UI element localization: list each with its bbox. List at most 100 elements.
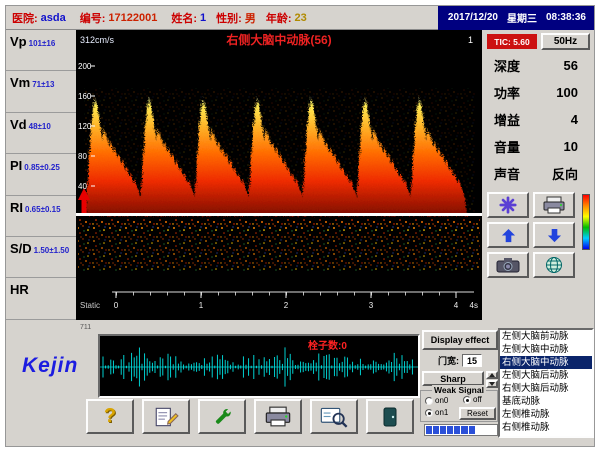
help-icon: ? xyxy=(104,405,116,428)
print-button[interactable] xyxy=(254,399,302,434)
header-bar: 医院: asda 编号: 17122001 姓名: 1 性别: 男 年龄: 23… xyxy=(6,6,594,30)
parameter-list: 深度 56 功率 100 增益 4 音量 10 声音 反向 xyxy=(482,52,596,187)
arrow-up-icon xyxy=(501,228,516,243)
measurement-sd: S/D 1.50±1.50 xyxy=(6,237,76,278)
artery-list-item[interactable]: 左侧椎动脉 xyxy=(500,408,592,421)
x-axis-tick: 0 xyxy=(114,301,119,310)
spinner-up-button[interactable] xyxy=(486,371,498,379)
vp-value: 101±16 xyxy=(29,39,56,48)
arrow-down-icon xyxy=(547,228,562,243)
x-axis-tick: 2 xyxy=(284,301,289,310)
age-value: 23 xyxy=(295,12,307,24)
weak-signal-group: Weak Signal on0 on1 off Reset xyxy=(420,390,498,422)
param-gain[interactable]: 增益 4 xyxy=(482,106,596,133)
spectrum-canvas: 200 160 120 80 40 312cm/s 右侧大脑中动脉(56) 1 xyxy=(76,30,482,320)
star-button[interactable] xyxy=(487,192,529,218)
spinner-down-button[interactable] xyxy=(486,380,498,388)
artery-list-item[interactable]: 左侧大脑后动脉 xyxy=(500,369,592,382)
measurement-sidebar: Vp 101±16 Vm 71±13 Vd 48±10 PI 0.85±0.25… xyxy=(6,30,76,320)
gender-label: 性别: xyxy=(216,10,242,26)
move-up-button[interactable] xyxy=(487,222,529,248)
globe-button[interactable] xyxy=(533,252,575,278)
artery-list-item[interactable]: 基底动脉 xyxy=(500,395,592,408)
camera-icon xyxy=(496,257,520,273)
printer-icon xyxy=(264,406,292,427)
date-text: 2017/12/20 xyxy=(448,12,498,23)
emboli-count-label: 栓子数:0 xyxy=(308,337,347,352)
measurement-vm: Vm 71±13 xyxy=(6,71,76,112)
artery-list-item[interactable]: 右侧大脑后动脉 xyxy=(500,382,592,395)
star-icon xyxy=(499,196,517,214)
gender-value: 男 xyxy=(245,10,256,26)
audio-waveform-panel: 栓子数:0 xyxy=(98,334,420,398)
vd-label: Vd xyxy=(10,117,27,132)
bottom-section: 711 Kejin 栓子数:0 Display effect 门宽: 15 Sh… xyxy=(6,320,596,448)
radio-on0-label: on0 xyxy=(435,396,448,405)
ri-label: RI xyxy=(10,200,23,215)
report-icon xyxy=(153,406,179,428)
tcd-application-window: 医院: asda 编号: 17122001 姓名: 1 性别: 男 年龄: 23… xyxy=(5,5,595,447)
radio-on1[interactable]: on1 xyxy=(425,408,448,417)
depth-label: 深度 xyxy=(494,56,520,75)
volume-value: 10 xyxy=(564,139,578,154)
panel-print-button[interactable] xyxy=(533,192,575,218)
artery-list-item[interactable]: 左侧大脑前动脉 xyxy=(500,330,592,343)
time-text: 08:38:36 xyxy=(546,12,586,23)
sharp-button[interactable]: Sharp xyxy=(422,371,484,386)
pi-label: PI xyxy=(10,158,22,173)
radio-on0[interactable]: on0 xyxy=(425,396,448,405)
measurement-vd: Vd 48±10 xyxy=(6,113,76,154)
gain-label: 增益 xyxy=(494,110,520,129)
gate-width-label: 门宽: xyxy=(438,354,459,367)
artery-list-item-selected[interactable]: 右侧大脑中动脉 xyxy=(500,356,592,369)
measurement-ri: RI 0.65±0.15 xyxy=(6,196,76,237)
exit-button[interactable] xyxy=(366,399,414,434)
sd-value: 1.50±1.50 xyxy=(34,246,70,255)
artery-list-item[interactable]: 左侧大脑中动脉 xyxy=(500,343,592,356)
camera-button[interactable] xyxy=(487,252,529,278)
corner-label: 711 xyxy=(80,324,91,331)
sd-label: S/D xyxy=(10,241,32,256)
reset-button[interactable]: Reset xyxy=(459,407,496,420)
param-volume[interactable]: 音量 10 xyxy=(482,133,596,160)
radio-off[interactable]: off xyxy=(463,395,482,404)
display-effect-button[interactable]: Display effect xyxy=(422,330,498,350)
x-axis-tick: 4 xyxy=(454,301,459,310)
vm-value: 71±13 xyxy=(32,80,54,89)
power-value: 100 xyxy=(556,85,578,100)
triangle-up-icon xyxy=(489,373,495,377)
baseline xyxy=(76,213,482,216)
param-depth[interactable]: 深度 56 xyxy=(482,52,596,79)
frequency-button[interactable]: 50Hz xyxy=(541,33,590,50)
help-button[interactable]: ? xyxy=(86,399,134,434)
patient-search-button[interactable] xyxy=(310,399,358,434)
weekday-text: 星期三 xyxy=(507,10,537,25)
move-down-button[interactable] xyxy=(533,222,575,248)
radio-dot xyxy=(425,397,433,405)
y-axis-tick: 40 xyxy=(78,182,87,191)
x-axis-tick: 1 xyxy=(199,301,204,310)
age-label: 年龄: xyxy=(266,10,292,26)
report-button[interactable] xyxy=(142,399,190,434)
hr-label: HR xyxy=(10,282,29,297)
gate-width-value[interactable]: 15 xyxy=(462,354,482,367)
hospital-value: asda xyxy=(41,12,66,24)
artery-list[interactable]: 左侧大脑前动脉 左侧大脑中动脉 右侧大脑中动脉 左侧大脑后动脉 右侧大脑后动脉 … xyxy=(498,328,594,438)
spectrum-title: 右侧大脑中动脉(56) xyxy=(225,32,331,47)
ri-value: 0.65±0.15 xyxy=(25,205,61,214)
param-power[interactable]: 功率 100 xyxy=(482,79,596,106)
sharp-spinner xyxy=(486,371,498,386)
radio-off-label: off xyxy=(473,395,482,404)
param-sound[interactable]: 声音 反向 xyxy=(482,160,596,187)
radio-dot xyxy=(463,396,471,404)
doppler-spectrum-display: 200 160 120 80 40 312cm/s 右侧大脑中动脉(56) 1 xyxy=(76,30,482,320)
artery-list-item[interactable]: 右侧椎动脉 xyxy=(500,421,592,434)
y-axis-tick: 160 xyxy=(78,92,92,101)
radio-dot xyxy=(425,409,433,417)
vm-label: Vm xyxy=(10,75,30,90)
probe-setup-button[interactable] xyxy=(198,399,246,434)
velocity-scale-label: 312cm/s xyxy=(80,35,115,45)
y-axis-tick: 80 xyxy=(78,152,87,161)
patient-name-label: 姓名: xyxy=(171,10,197,26)
panel-icon-buttons xyxy=(487,192,593,284)
